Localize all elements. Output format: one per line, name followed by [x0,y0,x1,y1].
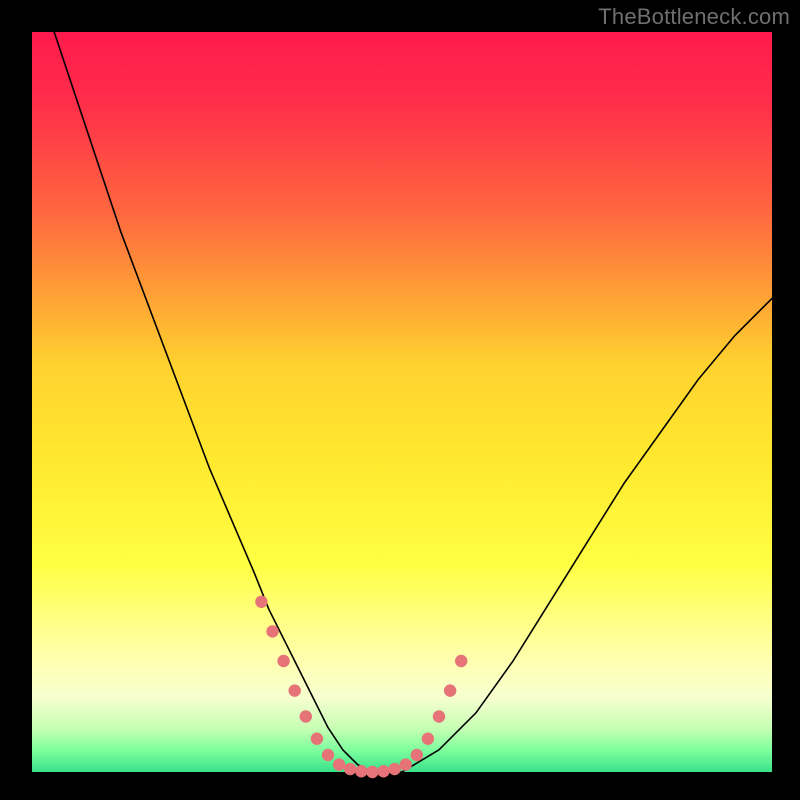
highlight-dot [266,625,278,637]
highlight-dot [400,758,412,770]
highlight-dot [422,733,434,745]
bottleneck-chart [0,0,800,800]
highlight-dot [300,710,312,722]
highlight-dot [455,655,467,667]
highlight-dot [411,749,423,761]
plot-background [32,32,772,772]
highlight-dot [322,749,334,761]
watermark-text: TheBottleneck.com [598,4,790,30]
highlight-dot [289,684,301,696]
highlight-dot [311,733,323,745]
highlight-dot [433,710,445,722]
highlight-dot [255,596,267,608]
highlight-dot [388,763,400,775]
highlight-dot [277,655,289,667]
highlight-dot [377,765,389,777]
highlight-dot [355,765,367,777]
highlight-dot [366,766,378,778]
highlight-dot [444,684,456,696]
chart-frame: TheBottleneck.com [0,0,800,800]
highlight-dot [344,763,356,775]
highlight-dot [333,758,345,770]
